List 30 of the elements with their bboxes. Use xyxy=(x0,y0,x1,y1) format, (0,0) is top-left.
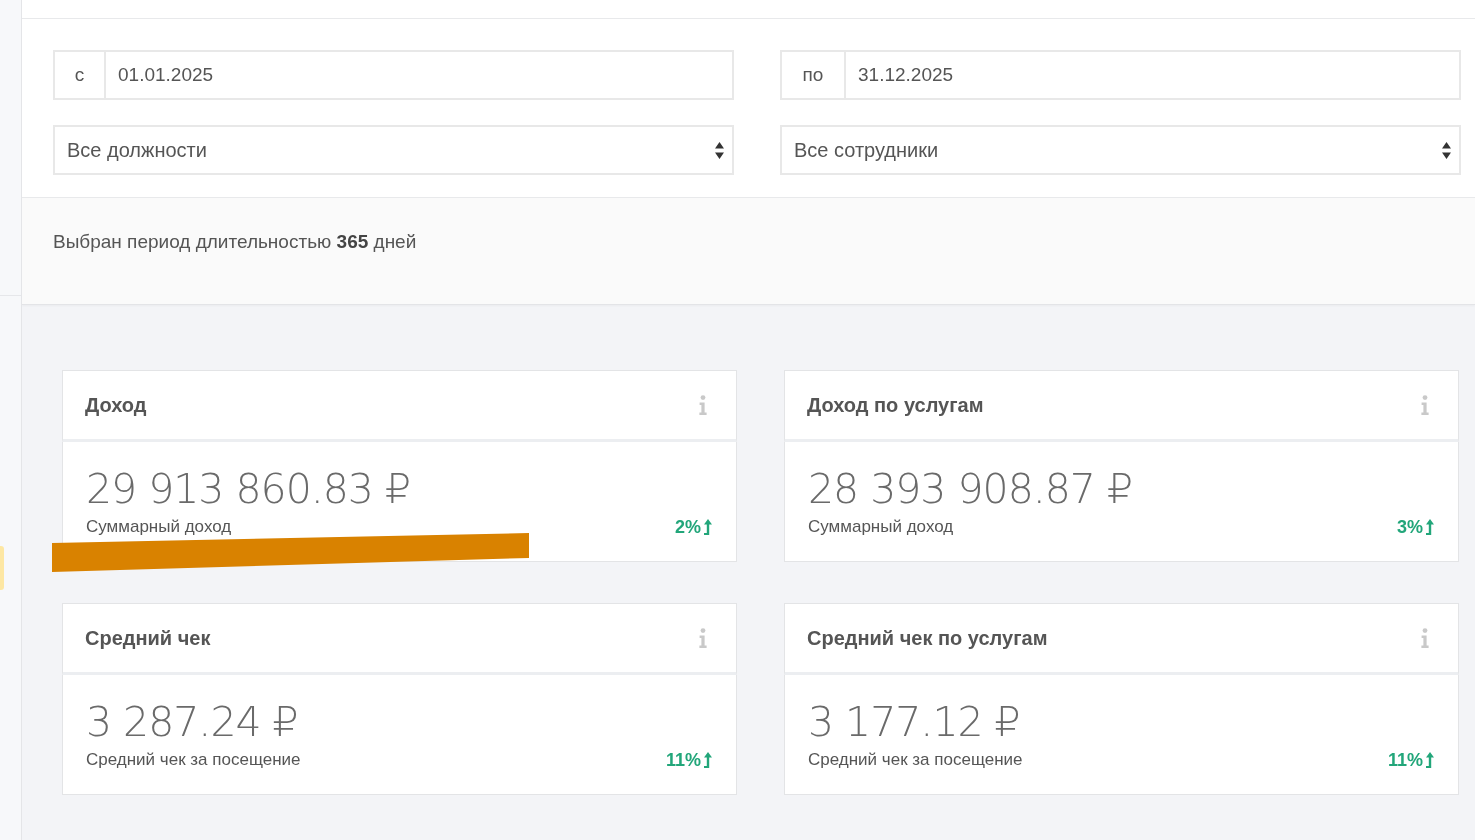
metric-value: 28 393 908.87 ₽ xyxy=(808,467,1133,511)
metric-value: 3 177.12 ₽ xyxy=(808,700,1020,744)
info-icon[interactable] xyxy=(699,395,707,415)
card-title: Средний чек xyxy=(85,626,211,650)
date-prefix-label: по xyxy=(780,50,844,100)
period-text: Выбран период длительностью 365 дней xyxy=(53,230,417,254)
position-select[interactable]: Все должности xyxy=(53,125,734,175)
updown-icon xyxy=(715,141,724,159)
change-percent: 3% xyxy=(1397,516,1423,538)
metric-value: 3 287.24 ₽ xyxy=(86,700,298,744)
info-icon[interactable] xyxy=(699,628,707,648)
date-field[interactable]: 01.01.2025 xyxy=(104,50,734,100)
change-percent: 2% xyxy=(675,516,701,538)
metric-caption: Суммарный доход xyxy=(808,517,954,537)
metric-value: 29 913 860.83 ₽ xyxy=(86,467,411,511)
card-title: Доход по услугам xyxy=(807,393,984,417)
info-icon[interactable] xyxy=(1421,395,1429,415)
card-title: Доход xyxy=(85,393,147,417)
date-prefix-label: с xyxy=(53,50,104,100)
updown-icon xyxy=(1442,141,1451,159)
change-percent: 11% xyxy=(1387,749,1423,771)
change-percent: 11% xyxy=(665,749,701,771)
card-title: Средний чек по услугам xyxy=(807,626,1048,650)
metric-caption: Средний чек за посещение xyxy=(86,750,301,770)
date-field[interactable]: 31.12.2025 xyxy=(844,50,1461,100)
info-icon[interactable] xyxy=(1421,628,1429,648)
metric-caption: Суммарный доход xyxy=(86,517,232,537)
metric-caption: Средний чек за посещение xyxy=(808,750,1023,770)
employee-select[interactable]: Все сотрудники xyxy=(780,125,1461,175)
sidebar-indicator xyxy=(0,546,4,590)
